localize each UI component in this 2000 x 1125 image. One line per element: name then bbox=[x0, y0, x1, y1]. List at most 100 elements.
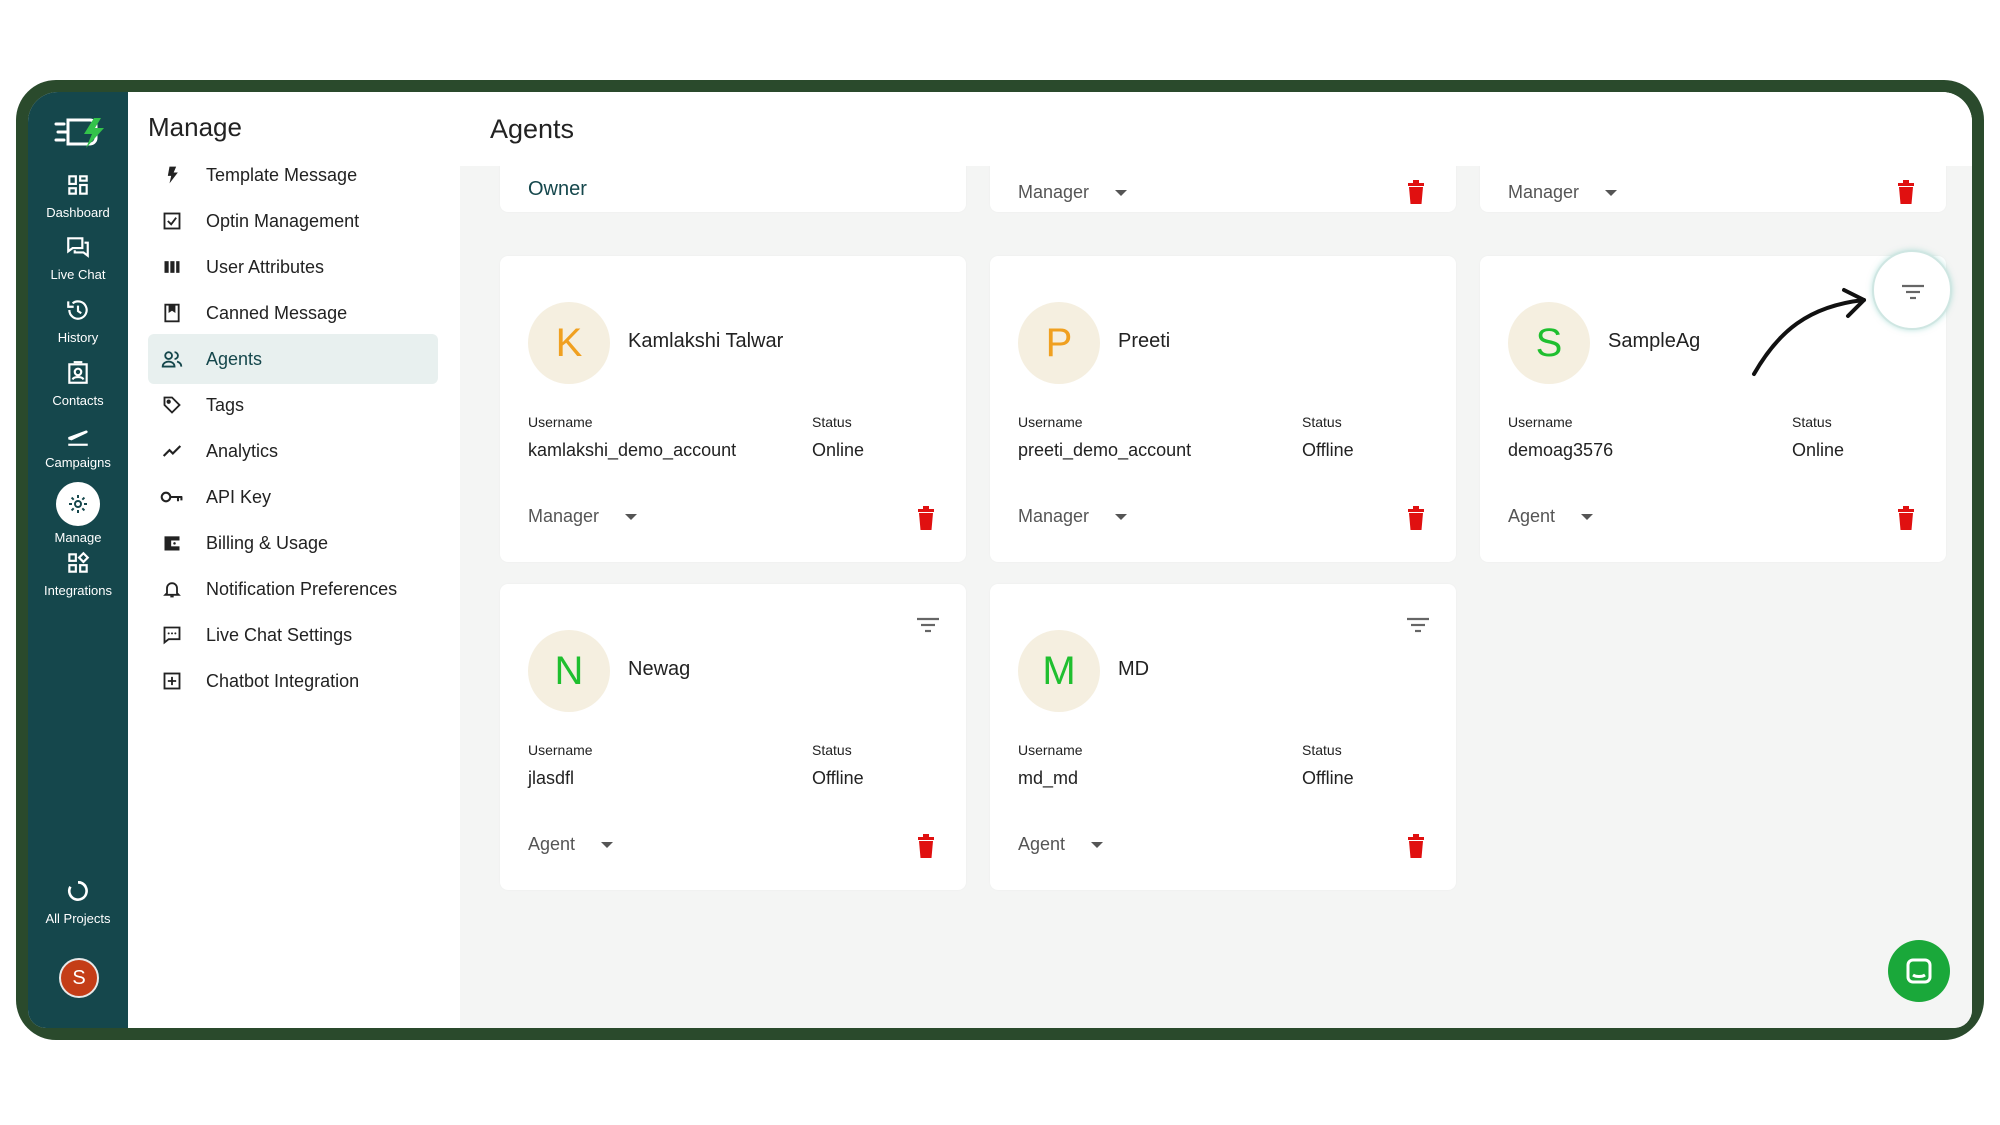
columns-icon bbox=[164, 261, 180, 273]
menu-user-attributes[interactable]: User Attributes bbox=[148, 242, 438, 292]
role-dropdown[interactable]: Manager bbox=[1018, 506, 1128, 527]
menu-optin-management[interactable]: Optin Management bbox=[148, 196, 438, 246]
role-dropdown[interactable]: Manager bbox=[528, 506, 638, 527]
delete-icon[interactable] bbox=[1406, 506, 1426, 530]
chat-fab-button[interactable] bbox=[1888, 940, 1950, 1002]
agent-card: S SampleAg Username demoag3576 Status On… bbox=[1480, 250, 1952, 562]
chevron-down-icon bbox=[1605, 189, 1618, 196]
username-value: md_md bbox=[1018, 768, 1079, 788]
menu-agents[interactable]: Agents bbox=[148, 334, 438, 384]
role-dropdown[interactable]: Agent bbox=[1018, 834, 1104, 855]
agent-avatar: P bbox=[1018, 302, 1100, 384]
delete-icon[interactable] bbox=[916, 834, 936, 858]
rail-manage[interactable]: Manage bbox=[28, 482, 128, 558]
filter-icon[interactable] bbox=[1406, 616, 1430, 634]
chat-settings-icon bbox=[163, 626, 181, 645]
status-label: Status bbox=[812, 414, 852, 430]
agent-name: Preeti bbox=[1118, 330, 1171, 352]
status-label: Status bbox=[1302, 414, 1342, 430]
agent-name: SampleAg bbox=[1608, 330, 1701, 352]
tag-icon bbox=[163, 396, 181, 414]
nav-rail: Dashboard Live Chat History Contacts Cam… bbox=[28, 92, 128, 1028]
chevron-down-icon bbox=[1091, 841, 1104, 848]
agent-name: Newag bbox=[628, 658, 691, 680]
username-value: kamlakshi_demo_account bbox=[528, 440, 737, 460]
bookmark-icon bbox=[164, 303, 180, 323]
agent-card: M MD Username md_md Status Offline Agent bbox=[990, 584, 1456, 890]
rail-label: History bbox=[57, 330, 99, 345]
people-icon bbox=[161, 351, 183, 368]
role-dropdown[interactable]: Manager bbox=[1508, 182, 1618, 203]
dashboard-icon bbox=[68, 175, 88, 195]
menu-canned-message[interactable]: Canned Message bbox=[148, 288, 438, 338]
menu-analytics[interactable]: Analytics bbox=[148, 426, 438, 476]
status-value: Offline bbox=[1302, 440, 1354, 460]
history-icon bbox=[67, 300, 88, 320]
menu-label: User Attributes bbox=[206, 256, 325, 277]
app-screen: Dashboard Live Chat History Contacts Cam… bbox=[28, 92, 1972, 1028]
delete-icon[interactable] bbox=[1896, 180, 1916, 204]
agent-name: Kamlakshi Talwar bbox=[628, 330, 784, 352]
menu-notification-preferences[interactable]: Notification Preferences bbox=[148, 564, 438, 614]
delete-icon[interactable] bbox=[1896, 506, 1916, 530]
menu-tags[interactable]: Tags bbox=[148, 380, 438, 430]
menu-label: Billing & Usage bbox=[206, 532, 329, 553]
agent-name: MD bbox=[1118, 658, 1150, 680]
menu-api-key[interactable]: API Key bbox=[148, 472, 438, 522]
role-dropdown[interactable]: Agent bbox=[528, 834, 614, 855]
user-avatar[interactable]: S bbox=[59, 958, 99, 998]
analytics-icon bbox=[162, 445, 182, 457]
menu-chatbot-integration[interactable]: Chatbot Integration bbox=[148, 656, 438, 706]
delete-icon[interactable] bbox=[1406, 180, 1426, 204]
manage-panel: Manage Template Message Optin Management… bbox=[128, 92, 461, 1028]
username-value: preeti_demo_account bbox=[1018, 440, 1192, 460]
menu-template-message[interactable]: Template Message bbox=[148, 150, 438, 200]
username-label: Username bbox=[1508, 414, 1573, 430]
username-value: jlasdfl bbox=[528, 768, 575, 788]
agent-card: N Newag Username jlasdfl Status Offline … bbox=[500, 584, 966, 890]
rail-integrations[interactable]: Integrations bbox=[28, 550, 128, 626]
wallet-icon bbox=[164, 536, 180, 551]
chat-icon bbox=[67, 237, 89, 258]
username-value: demoag3576 bbox=[1508, 440, 1614, 460]
status-label: Status bbox=[812, 742, 852, 758]
menu-label: Tags bbox=[206, 394, 245, 415]
main-content: Owner Manager Manager Agents K Kamlakshi… bbox=[460, 92, 1972, 1028]
rail-label: Integrations bbox=[44, 583, 112, 598]
status-label: Status bbox=[1792, 414, 1832, 430]
filter-icon[interactable] bbox=[916, 616, 940, 634]
contacts-icon bbox=[68, 361, 88, 384]
agent-card: P Preeti Username preeti_demo_account St… bbox=[990, 256, 1456, 562]
username-label: Username bbox=[528, 742, 593, 758]
manage-title: Manage bbox=[148, 112, 242, 142]
delete-icon[interactable] bbox=[1406, 834, 1426, 858]
status-value: Offline bbox=[812, 768, 864, 788]
menu-billing-usage[interactable]: Billing & Usage bbox=[148, 518, 438, 568]
filter-icon bbox=[1902, 284, 1924, 300]
role-dropdown[interactable]: Manager bbox=[1018, 182, 1128, 203]
chevron-down-icon bbox=[601, 841, 614, 848]
agent-avatar: K bbox=[528, 302, 610, 384]
menu-label: Agents bbox=[206, 348, 263, 369]
username-label: Username bbox=[1018, 414, 1083, 430]
menu-label: Notification Preferences bbox=[206, 578, 398, 599]
rail-label: All Projects bbox=[45, 911, 111, 926]
rail-label: Contacts bbox=[52, 393, 104, 408]
pointer-arrow-icon bbox=[1752, 288, 1866, 376]
status-value: Online bbox=[1792, 440, 1845, 460]
logo-icon bbox=[54, 118, 104, 148]
role-dropdown[interactable]: Agent bbox=[1508, 506, 1594, 527]
status-label: Status bbox=[1302, 742, 1342, 758]
chatbot-icon bbox=[163, 672, 181, 690]
delete-icon[interactable] bbox=[916, 506, 936, 530]
menu-label: Analytics bbox=[206, 440, 279, 461]
filter-button-highlight[interactable] bbox=[1872, 250, 1952, 330]
chevron-down-icon bbox=[1115, 513, 1128, 520]
menu-live-chat-settings[interactable]: Live Chat Settings bbox=[148, 610, 438, 660]
username-label: Username bbox=[528, 414, 593, 430]
chevron-down-icon bbox=[1581, 513, 1594, 520]
agent-avatar: N bbox=[528, 630, 610, 712]
chevron-down-icon bbox=[1115, 189, 1128, 196]
rail-all-projects[interactable]: All Projects bbox=[28, 878, 128, 954]
agent-avatar: M bbox=[1018, 630, 1100, 712]
